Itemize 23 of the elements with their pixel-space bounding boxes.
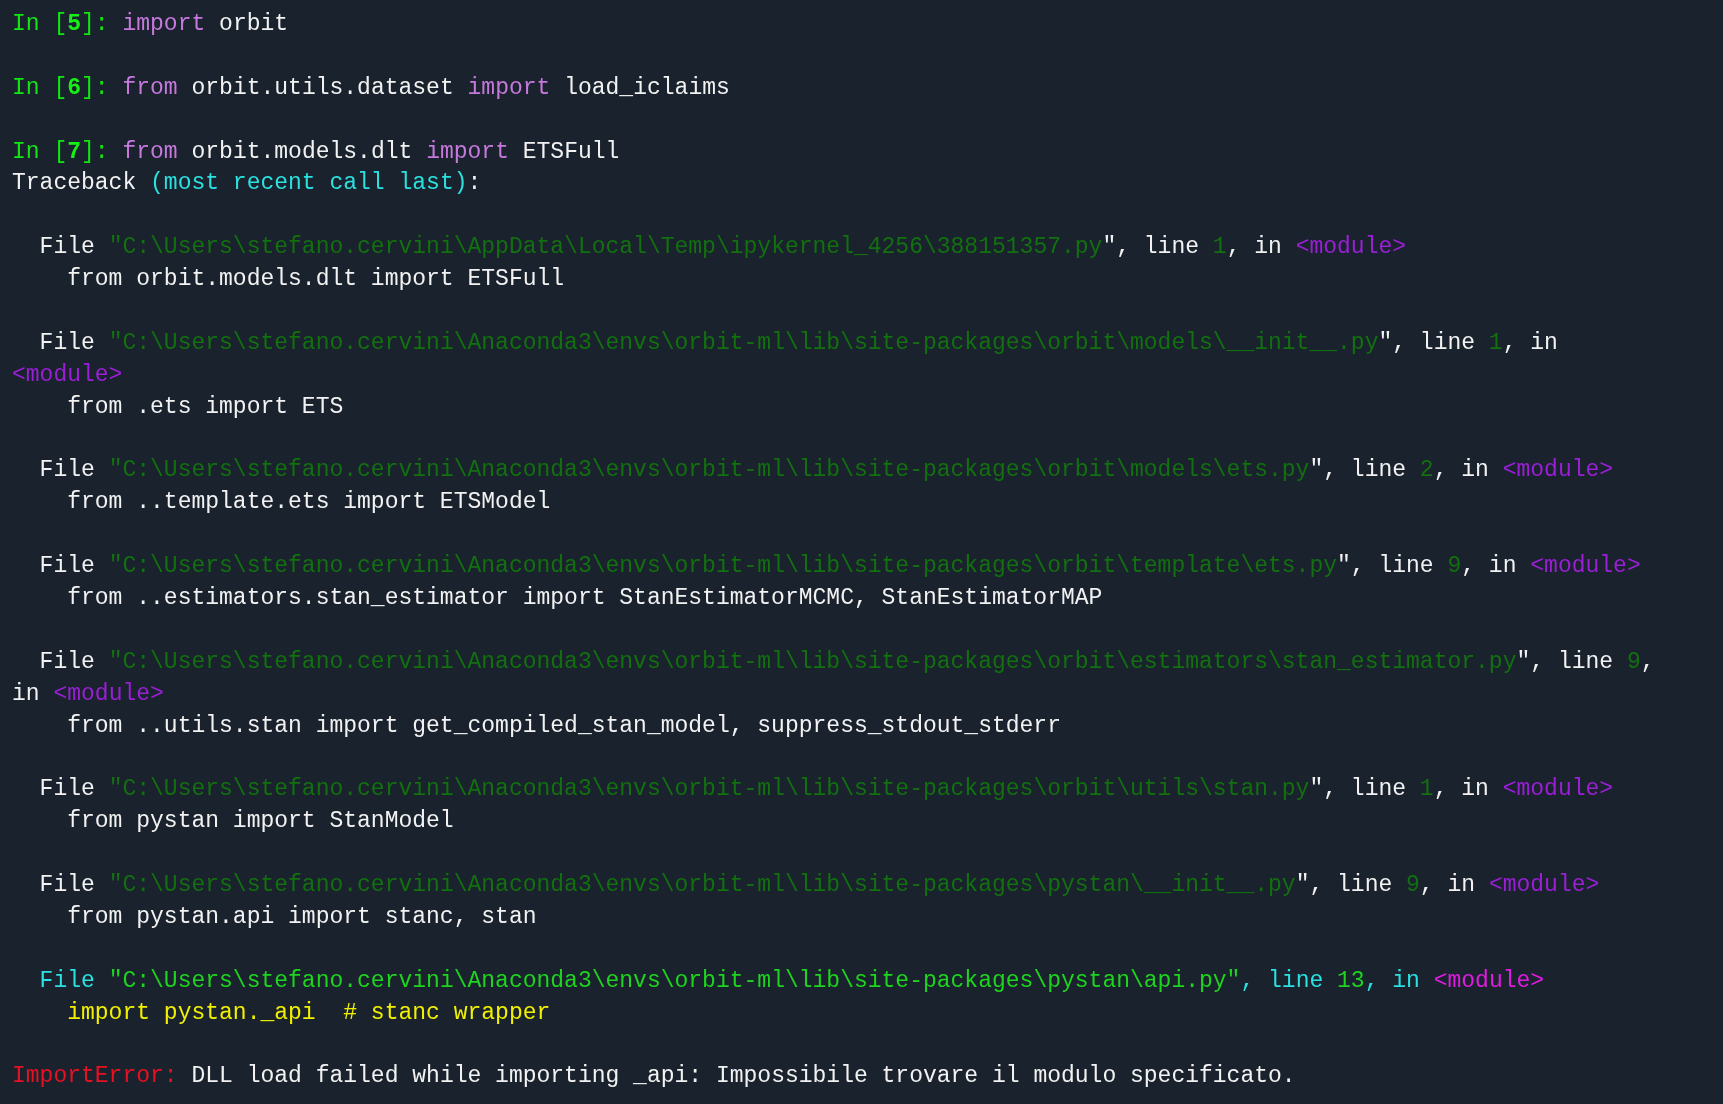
terminal-line: In [7]: from orbit.models.dlt import ETSFull	[12, 138, 620, 165]
terminal-line: Traceback (most recent call last):	[12, 170, 482, 197]
terminal-line: import pystan._api # stanc wrapper	[66, 999, 551, 1026]
terminal-line: File "C:\Users\stefano.cervini\Anaconda3\envs\orbit-ml\lib\site-packages\orbit\estimators\stan_estimator.py", line 9,	[38, 648, 1655, 675]
terminal-line: from pystan.api import stanc, stan	[66, 903, 537, 930]
terminal-line: from ..utils.stan import get_compiled_stan_model, suppress_stdout_stderr	[66, 712, 1061, 739]
terminal-line: File "C:\Users\stefano.cervini\Anaconda3\envs\orbit-ml\lib\site-packages\orbit\template\ets.py", line 9, in <module>	[38, 553, 1641, 580]
terminal-line: File "C:\Users\stefano.cervini\AppData\Local\Temp\ipykernel_4256\388151357.py", line 1, in <module>	[38, 234, 1407, 261]
terminal-line: from pystan import StanModel	[66, 808, 454, 835]
terminal-line: File "C:\Users\stefano.cervini\Anaconda3\envs\orbit-ml\lib\site-packages\orbit\models\ets.py", line 2, in <module>	[38, 457, 1614, 484]
terminal-line: File "C:\Users\stefano.cervini\Anaconda3\envs\orbit-ml\lib\site-packages\orbit\models\__init__.py", line 1, in	[38, 329, 1558, 356]
terminal-line: in <module>	[12, 680, 164, 707]
terminal-line: from orbit.models.dlt import ETSFull	[66, 266, 565, 293]
terminal-line: In [5]: import orbit	[12, 11, 289, 37]
terminal-line: from ..template.ets import ETSModel	[66, 489, 551, 516]
terminal-line: File "C:\Users\stefano.cervini\Anaconda3\envs\orbit-ml\lib\site-packages\pystan\__init__.py", line 9, in <module>	[38, 872, 1600, 899]
terminal-line: ImportError: DLL load failed while importing _api: Impossibile trovare il modulo specificato.	[12, 1063, 1296, 1090]
terminal-line: from ..estimators.stan_estimator import StanEstimatorMCMC, StanEstimatorMAP	[66, 585, 1103, 612]
terminal-line: <module>	[12, 361, 123, 388]
terminal-line: from .ets import ETS	[66, 393, 344, 420]
terminal-line: File "C:\Users\stefano.cervini\Anaconda3\envs\orbit-ml\lib\site-packages\orbit\utils\stan.py", line 1, in <module>	[38, 776, 1614, 803]
terminal-line: In [6]: from orbit.utils.dataset import load_iclaims	[12, 74, 730, 101]
terminal-line: File "C:\Users\stefano.cervini\Anaconda3\envs\orbit-ml\lib\site-packages\pystan\api.py", line 13, in <module>	[38, 967, 1545, 994]
